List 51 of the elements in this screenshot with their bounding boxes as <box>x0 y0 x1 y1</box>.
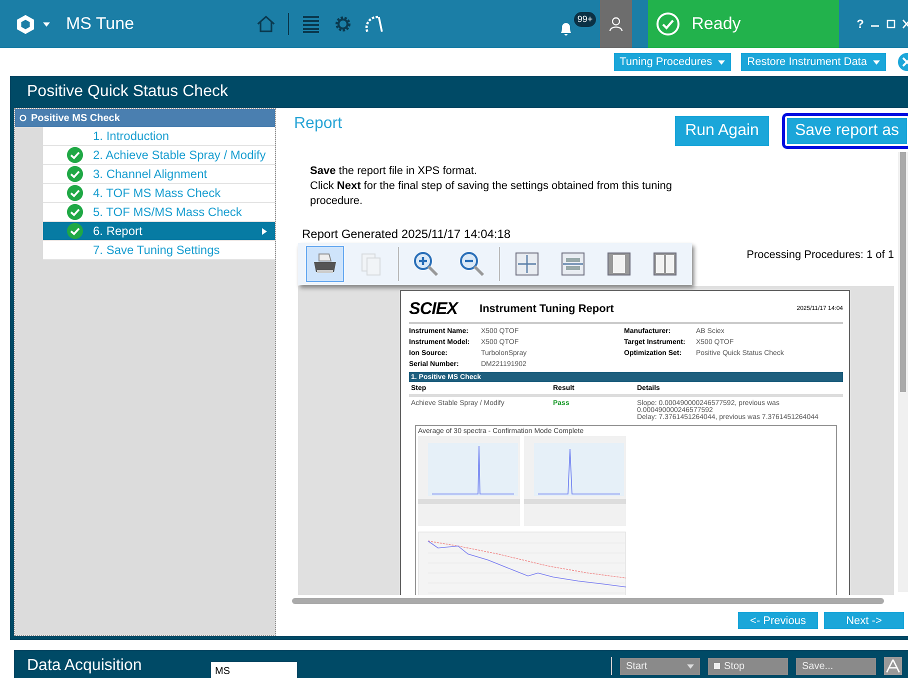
page-heading: Report <box>294 115 342 134</box>
print-icon[interactable] <box>306 246 344 282</box>
instruction-text: Click Next for the final step of saving the settings obtained from this tuning procedure. <box>310 179 673 209</box>
nav-button[interactable]: Next -> <box>824 612 904 629</box>
hexagon-logo-icon[interactable] <box>16 14 35 34</box>
user-button[interactable] <box>600 0 632 48</box>
stop-button[interactable]: Stop <box>708 658 788 674</box>
caret-icon <box>873 60 880 64</box>
processing-procedures-count: Processing Procedures: 1 of 1 <box>746 249 894 261</box>
notification-count: 99+ <box>574 12 596 27</box>
section-title: Data Acquisition <box>27 657 143 675</box>
gauge-icon[interactable] <box>365 14 385 34</box>
step-item[interactable]: 6. Report <box>43 222 275 241</box>
check-circle-icon <box>656 12 680 36</box>
step-item[interactable]: 5. TOF MS/MS Mass Check <box>43 203 275 222</box>
mode-field[interactable]: MS <box>211 662 297 678</box>
close-icon[interactable] <box>896 52 908 72</box>
arrow-right-icon <box>262 228 267 234</box>
step-item[interactable]: 7. Save Tuning Settings <box>43 241 275 260</box>
step-item[interactable]: 3. Channel Alignment <box>43 165 275 184</box>
dropdown-button[interactable]: Tuning Procedures <box>614 53 732 71</box>
report-title: Instrument Tuning Report <box>480 303 614 315</box>
start-dropdown[interactable]: Start <box>620 658 700 674</box>
app-title: MS Tune <box>66 14 134 34</box>
caret-icon[interactable] <box>43 22 50 26</box>
action-button[interactable]: Run Again <box>672 113 772 149</box>
report-logo: SCIEX <box>409 299 458 319</box>
list-icon[interactable] <box>301 14 321 34</box>
status-text: Ready <box>692 14 741 34</box>
steps-title: Positive MS Check <box>31 112 120 124</box>
instruction-text: Save the report file in XPS format. <box>310 164 478 179</box>
maximize-icon[interactable] <box>886 19 896 29</box>
user-icon <box>608 16 623 32</box>
panel-title: Positive Quick Status Check <box>27 83 228 101</box>
step-item[interactable]: 1. Introduction <box>43 127 275 146</box>
circle-icon <box>19 114 27 122</box>
action-button[interactable]: Save report as <box>782 113 908 149</box>
triangle-logo-icon[interactable] <box>884 657 902 675</box>
step-item[interactable]: 2. Achieve Stable Spray / Modify <box>43 146 275 165</box>
close-icon[interactable] <box>902 19 908 29</box>
caret-icon <box>687 664 694 668</box>
step-item[interactable]: 4. TOF MS Mass Check <box>43 184 275 203</box>
help-button[interactable]: ? <box>856 17 864 31</box>
dropdown-button[interactable]: Restore Instrument Data <box>741 53 886 71</box>
home-icon[interactable] <box>256 14 276 34</box>
report-timestamp: Report Generated 2025/11/17 14:04:18 <box>301 226 512 241</box>
gear-icon[interactable] <box>333 14 353 34</box>
save-button[interactable]: Save... <box>796 658 876 674</box>
vertical-scrollbar[interactable] <box>898 152 908 592</box>
nav-button[interactable]: <- Previous <box>738 612 818 629</box>
caret-icon <box>718 60 726 64</box>
